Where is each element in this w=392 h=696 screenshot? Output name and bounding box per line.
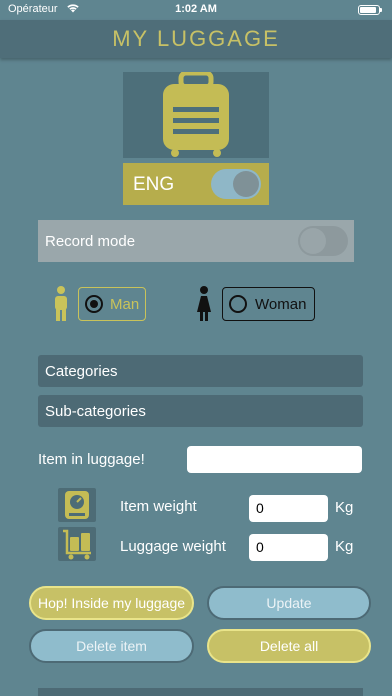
item-weight-unit: Kg xyxy=(335,499,354,516)
luggage-weight-input[interactable]: 0 xyxy=(249,534,328,561)
luggage-weight-label: Luggage weight xyxy=(120,538,226,555)
delete-all-button[interactable]: Delete all xyxy=(207,629,371,663)
man-label: Man xyxy=(110,296,140,313)
update-button[interactable]: Update xyxy=(207,586,371,620)
luggage-weight-unit: Kg xyxy=(335,538,354,555)
status-bar: Opérateur 1:02 AM xyxy=(0,0,392,20)
man-radio-button[interactable]: Man xyxy=(78,287,146,321)
categories-selector[interactable]: Categories xyxy=(38,355,363,387)
scale-icon xyxy=(58,488,96,522)
language-label: ENG xyxy=(133,174,175,195)
page-title: MY LUGGAGE xyxy=(112,26,280,51)
delete-item-button[interactable]: Delete item xyxy=(29,629,194,663)
item-input[interactable] xyxy=(187,446,362,473)
luggage-list-panel xyxy=(38,688,363,696)
language-toggle-bar: ENG xyxy=(123,163,269,205)
header-bar: MY LUGGAGE xyxy=(0,20,392,58)
woman-radio-button[interactable]: Woman xyxy=(222,287,315,321)
item-field-label: Item in luggage! xyxy=(38,451,145,468)
switch-knob xyxy=(300,228,326,254)
switch-knob xyxy=(233,171,259,197)
luggage-cart-icon xyxy=(58,527,96,561)
woman-icon xyxy=(196,286,212,322)
record-mode-switch[interactable] xyxy=(298,226,348,256)
battery-icon xyxy=(358,5,382,15)
record-mode-row: Record mode xyxy=(38,220,354,262)
luggage-logo-icon xyxy=(123,70,269,158)
radio-unselected-icon xyxy=(229,295,247,313)
radio-selected-icon xyxy=(85,295,103,313)
add-to-luggage-button[interactable]: Hop! Inside my luggage xyxy=(29,586,194,620)
clock: 1:02 AM xyxy=(175,3,217,15)
record-mode-label: Record mode xyxy=(45,233,136,250)
man-icon xyxy=(53,286,69,322)
categories-label: Categories xyxy=(45,363,118,380)
subcategories-label: Sub-categories xyxy=(45,403,146,420)
subcategories-selector[interactable]: Sub-categories xyxy=(38,395,363,427)
item-weight-input[interactable]: 0 xyxy=(249,495,328,522)
language-switch[interactable] xyxy=(211,169,261,199)
woman-label: Woman xyxy=(255,296,307,313)
item-weight-label: Item weight xyxy=(120,498,197,515)
